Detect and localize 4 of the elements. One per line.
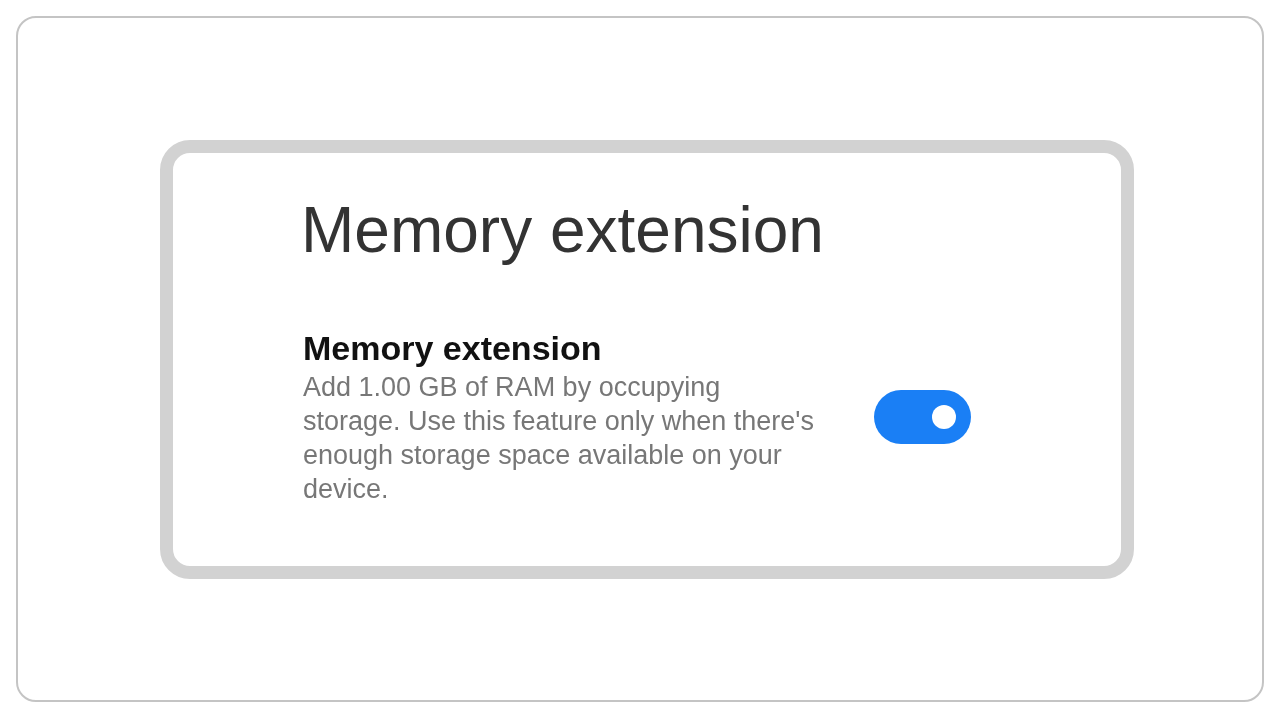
setting-label: Memory extension [303, 328, 602, 368]
toggle-switch[interactable] [873, 390, 971, 444]
setting-description: Add 1.00 GB of RAM by occupying storage. Use this feature only when there's enough storage space available on your device. [303, 371, 815, 506]
page-title: Memory extension [301, 194, 824, 266]
